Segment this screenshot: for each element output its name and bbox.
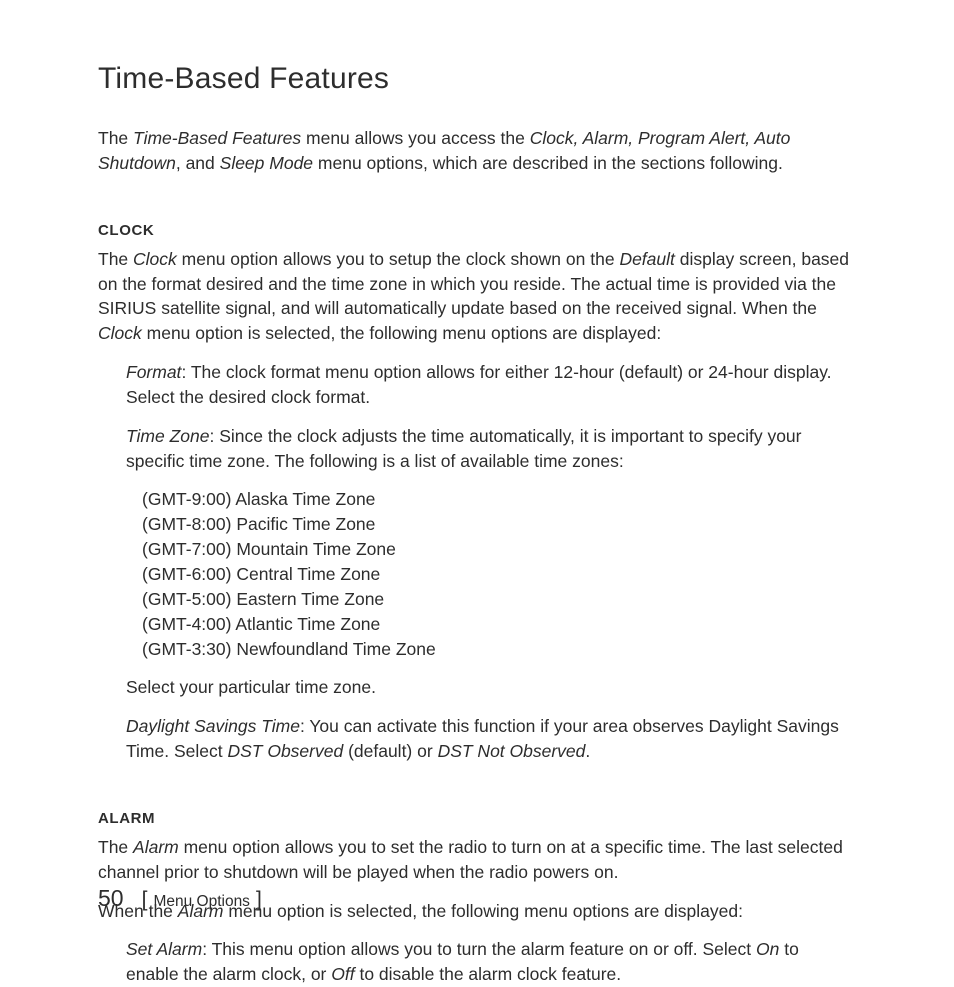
alarm-description: The Alarm menu option allows you to set … <box>98 835 856 885</box>
intro-paragraph: The Time-Based Features menu allows you … <box>98 126 856 176</box>
timezone-item: (GMT-3:30) Newfoundland Time Zone <box>142 637 856 662</box>
page-number: 50 <box>98 885 124 912</box>
clock-heading: CLOCK <box>98 222 856 239</box>
clock-timezone-option: Time Zone: Since the clock adjusts the t… <box>126 424 856 474</box>
page-footer: 50 [ Menu Options ] <box>98 885 262 912</box>
clock-dst-option: Daylight Savings Time: You can activate … <box>126 714 856 764</box>
clock-format-option: Format: The clock format menu option all… <box>126 360 856 410</box>
bracket-close-icon: ] <box>256 888 262 912</box>
bracket-open-icon: [ <box>142 888 148 912</box>
clock-description: The Clock menu option allows you to setu… <box>98 247 856 346</box>
page-title: Time-Based Features <box>98 62 856 96</box>
timezone-item: (GMT-9:00) Alaska Time Zone <box>142 487 856 512</box>
timezone-item: (GMT-7:00) Mountain Time Zone <box>142 537 856 562</box>
timezone-item: (GMT-4:00) Atlantic Time Zone <box>142 612 856 637</box>
timezone-item: (GMT-5:00) Eastern Time Zone <box>142 587 856 612</box>
alarm-heading: ALARM <box>98 810 856 827</box>
timezone-list: (GMT-9:00) Alaska Time Zone (GMT-8:00) P… <box>142 487 856 661</box>
timezone-item: (GMT-8:00) Pacific Time Zone <box>142 512 856 537</box>
manual-page: Time-Based Features The Time-Based Featu… <box>0 0 954 954</box>
alarm-set-option: Set Alarm: This menu option allows you t… <box>126 937 856 987</box>
footer-section-label: Menu Options <box>153 893 250 911</box>
select-timezone-note: Select your particular time zone. <box>126 675 856 700</box>
timezone-item: (GMT-6:00) Central Time Zone <box>142 562 856 587</box>
